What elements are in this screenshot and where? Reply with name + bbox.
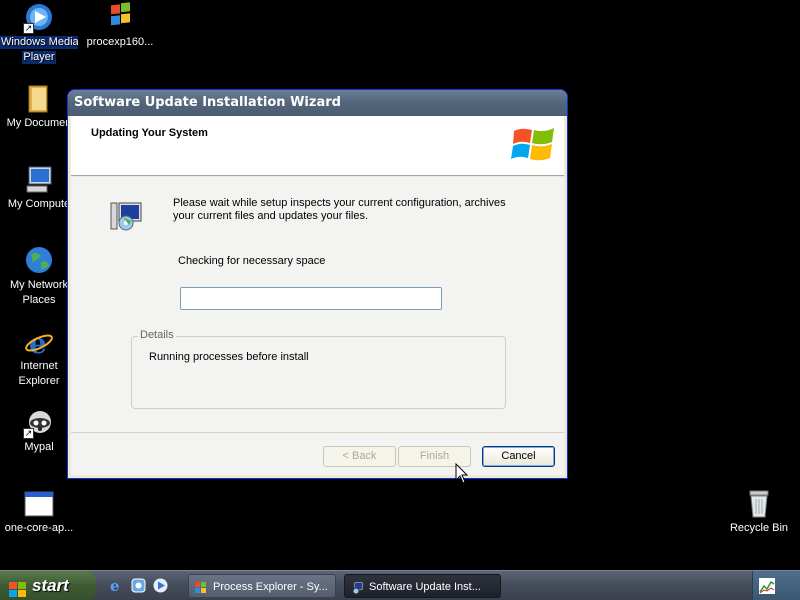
- desktop-icon-recycle-bin[interactable]: Recycle Bin: [720, 488, 798, 535]
- tray-chart-icon[interactable]: [759, 578, 775, 597]
- computer-icon: [23, 164, 55, 196]
- desktop-icon-label: Explorer: [18, 375, 60, 387]
- desktop-icon-label: Internet: [20, 360, 58, 372]
- start-button[interactable]: start: [0, 571, 96, 600]
- desktop-icon-label: My Network: [9, 279, 69, 291]
- network-icon: [23, 245, 55, 277]
- folder-icon: [23, 83, 55, 115]
- mouse-cursor-icon: [455, 462, 469, 488]
- progress-bar: [180, 287, 442, 310]
- quicklaunch-media-icon[interactable]: [152, 577, 169, 594]
- desktop-icon-label: procexp160...: [86, 36, 154, 48]
- header-title: Updating Your System: [91, 127, 208, 139]
- media-player-icon: ↗: [23, 2, 55, 34]
- quicklaunch-app-icon[interactable]: [130, 577, 147, 594]
- desktop-icon-label: Mypal: [24, 441, 54, 453]
- process-explorer-icon: [104, 2, 136, 34]
- taskbar-item-software-update[interactable]: Software Update Inst...: [344, 574, 501, 598]
- back-button[interactable]: < Back: [323, 446, 396, 467]
- desktop-icon-one-core-api[interactable]: one-core-ap...: [0, 488, 78, 535]
- quicklaunch-ie-icon[interactable]: e: [108, 577, 125, 595]
- window-title[interactable]: Software Update Installation Wizard: [68, 90, 567, 116]
- details-text: Running processes before install: [149, 351, 309, 363]
- desktop-icon-windows-media-player[interactable]: ↗ Windows Media Player: [0, 2, 78, 64]
- status-text: Checking for necessary space: [178, 255, 326, 267]
- wizard-description: Please wait while setup inspects your cu…: [173, 197, 506, 222]
- cancel-button[interactable]: Cancel: [482, 446, 555, 467]
- wizard-body: Please wait while setup inspects your cu…: [71, 177, 564, 475]
- setup-computer-icon: [109, 199, 145, 238]
- recycle-bin-icon: [743, 488, 775, 520]
- setup-computer-icon: [350, 580, 364, 597]
- taskbar-item-process-explorer[interactable]: Process Explorer - Sy...: [188, 574, 336, 598]
- desktop-icon-label: one-core-ap...: [4, 522, 74, 534]
- system-tray: [752, 571, 800, 600]
- windows-flag-icon: [9, 578, 27, 600]
- desktop-icon-label: Recycle Bin: [729, 522, 789, 534]
- taskbar-item-label: Process Explorer - Sy...: [213, 581, 328, 593]
- windows-logo-icon: [510, 121, 558, 172]
- process-explorer-icon: [194, 580, 208, 597]
- desktop-icon-label: Places: [22, 294, 56, 306]
- taskbar-item-label: Software Update Inst...: [369, 581, 481, 593]
- desktop-icon-label: My Documen: [6, 117, 72, 129]
- window-app-icon: [23, 488, 55, 520]
- details-legend: Details: [138, 329, 176, 341]
- wizard-window[interactable]: Software Update Installation Wizard Upda…: [67, 89, 568, 479]
- details-group: Details Running processes before install: [131, 329, 506, 409]
- desktop-icon-label: My Compute: [7, 198, 71, 210]
- start-label: start: [32, 576, 69, 595]
- wizard-header: Updating Your System: [71, 116, 564, 176]
- desktop-icon-procexp[interactable]: procexp160...: [81, 2, 159, 49]
- desktop-icon-label: Windows Media: [0, 36, 78, 49]
- ie-icon: e: [23, 326, 55, 360]
- desktop-icon-label: Player: [22, 51, 56, 64]
- svg-text:e: e: [110, 577, 120, 594]
- mypal-icon: ↗: [23, 407, 55, 439]
- button-separator: [71, 432, 564, 433]
- taskbar: start e Process Explorer - Sy... Softwar…: [0, 570, 800, 600]
